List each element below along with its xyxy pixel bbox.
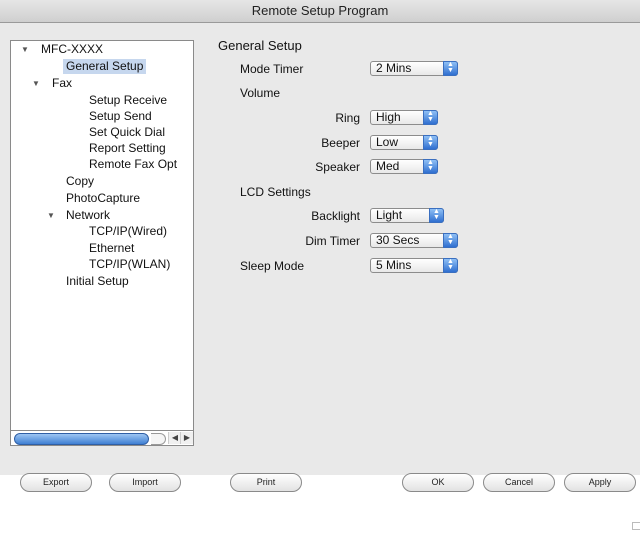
scrollbar-track-end xyxy=(151,433,166,445)
window-title: Remote Setup Program xyxy=(0,0,640,23)
tree-item-remote-fax-opt[interactable]: Remote Fax Opt xyxy=(89,157,177,172)
updown-arrows-icon: ▲ ▼ xyxy=(443,61,458,76)
updown-arrows-icon: ▲ ▼ xyxy=(423,135,438,150)
updown-arrows-icon: ▲ ▼ xyxy=(423,159,438,174)
print-button[interactable]: Print xyxy=(230,473,302,492)
tree-horizontal-scrollbar[interactable]: ◀ ▶ xyxy=(10,430,194,446)
tree-item-setup-receive[interactable]: Setup Receive xyxy=(89,93,167,108)
disclosure-triangle-icon[interactable]: ▼ xyxy=(21,42,29,57)
beeper-label: Beeper xyxy=(321,136,360,150)
import-button[interactable]: Import xyxy=(109,473,181,492)
tree-item-fax[interactable]: Fax xyxy=(52,76,72,91)
disclosure-triangle-icon[interactable]: ▼ xyxy=(47,208,55,223)
tree-item-tcpip-wlan[interactable]: TCP/IP(WLAN) xyxy=(89,257,170,272)
tree-item-setup-send[interactable]: Setup Send xyxy=(89,109,152,124)
updown-arrows-icon: ▲ ▼ xyxy=(443,258,458,273)
lcd-settings-heading: LCD Settings xyxy=(240,185,311,199)
mode-timer-select[interactable]: 2 Mins ▲ ▼ xyxy=(370,61,458,76)
backlight-select[interactable]: Light ▲ ▼ xyxy=(370,208,444,223)
tree-item-report-setting[interactable]: Report Setting xyxy=(89,141,166,156)
beeper-select[interactable]: Low ▲ ▼ xyxy=(370,135,438,150)
tree-item-ethernet[interactable]: Ethernet xyxy=(89,241,134,256)
volume-heading: Volume xyxy=(240,86,281,100)
tree-item-set-quick-dial[interactable]: Set Quick Dial xyxy=(89,125,165,140)
resize-grip-icon[interactable] xyxy=(632,522,640,530)
settings-tree: ▼ MFC-XXXX General Setup ▼ Fax Setup Rec… xyxy=(10,40,194,444)
ok-button[interactable]: OK xyxy=(402,473,474,492)
ring-label: Ring xyxy=(335,111,360,125)
beeper-value: Low xyxy=(376,135,399,149)
tree-item-copy[interactable]: Copy xyxy=(66,174,94,189)
tree-item-initial-setup[interactable]: Initial Setup xyxy=(66,274,129,289)
tree-item-mfc[interactable]: MFC-XXXX xyxy=(41,42,103,57)
dim-timer-select[interactable]: 30 Secs ▲ ▼ xyxy=(370,233,458,248)
tree-item-photocapture[interactable]: PhotoCapture xyxy=(66,191,140,206)
speaker-value: Med xyxy=(376,159,400,173)
ring-value: High xyxy=(376,110,401,124)
apply-button[interactable]: Apply xyxy=(564,473,636,492)
updown-arrows-icon: ▲ ▼ xyxy=(429,208,444,223)
cancel-button[interactable]: Cancel xyxy=(483,473,555,492)
sleep-mode-label: Sleep Mode xyxy=(240,259,305,273)
speaker-select[interactable]: Med ▲ ▼ xyxy=(370,159,438,174)
updown-arrows-icon: ▲ ▼ xyxy=(423,110,438,125)
dim-timer-label: Dim Timer xyxy=(305,234,360,248)
sleep-mode-value: 5 Mins xyxy=(376,258,412,272)
arrow-right-icon[interactable]: ▶ xyxy=(180,432,193,444)
dim-timer-value: 30 Secs xyxy=(376,233,420,247)
tree-item-network[interactable]: Network xyxy=(66,208,110,223)
updown-arrows-icon: ▲ ▼ xyxy=(443,233,458,248)
scrollbar-thumb[interactable] xyxy=(14,433,149,445)
speaker-label: Speaker xyxy=(315,160,360,174)
sleep-mode-select[interactable]: 5 Mins ▲ ▼ xyxy=(370,258,458,273)
tree-item-general-setup[interactable]: General Setup xyxy=(63,59,147,74)
export-button[interactable]: Export xyxy=(20,473,92,492)
tree-item-tcpip-wired[interactable]: TCP/IP(Wired) xyxy=(89,224,167,239)
panel-title: General Setup xyxy=(218,38,302,53)
mode-timer-value: 2 Mins xyxy=(376,61,412,75)
backlight-label: Backlight xyxy=(311,209,360,223)
disclosure-triangle-icon[interactable]: ▼ xyxy=(32,76,40,91)
backlight-value: Light xyxy=(376,208,403,222)
ring-select[interactable]: High ▲ ▼ xyxy=(370,110,438,125)
mode-timer-label: Mode Timer xyxy=(240,62,304,76)
